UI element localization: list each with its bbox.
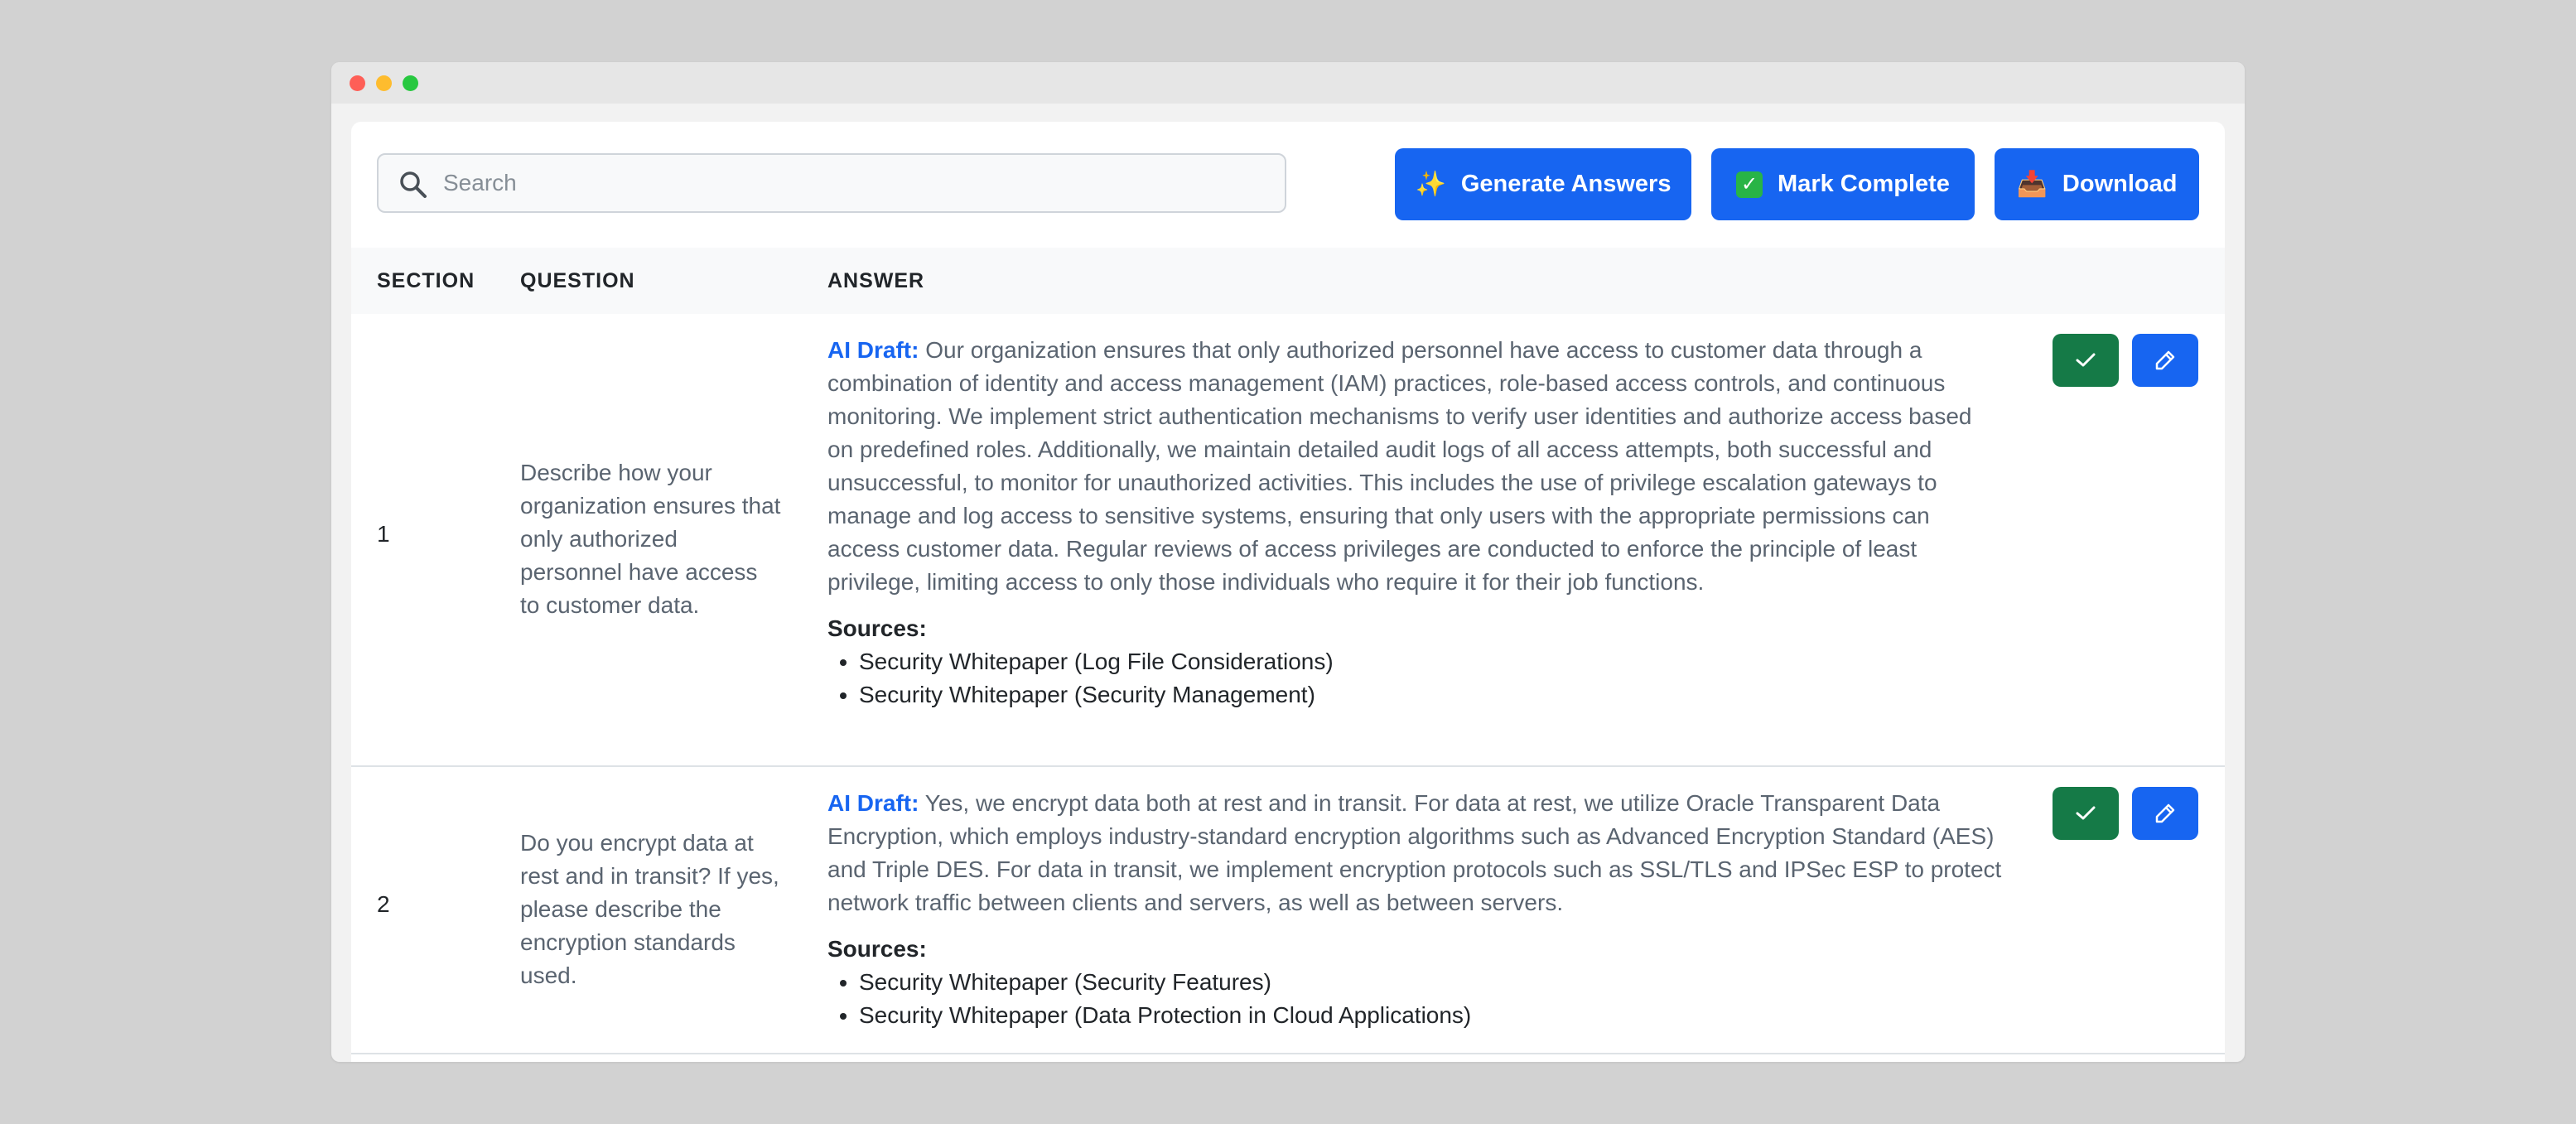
mark-complete-label: Mark Complete bbox=[1778, 171, 1950, 197]
answer-cell: AI Draft: Yes, we encrypt data both at r… bbox=[827, 787, 2004, 1032]
inbox-tray-icon: 📥 bbox=[2016, 171, 2048, 198]
download-label: Download bbox=[2062, 171, 2178, 197]
download-button[interactable]: 📥 Download bbox=[1995, 148, 2199, 220]
answer-body: AI Draft: Yes, we encrypt data both at r… bbox=[827, 787, 2004, 919]
main-content: ✨ Generate Answers ✓ Mark Complete 📥 Dow… bbox=[351, 122, 2225, 1062]
ai-draft-label: AI Draft: bbox=[827, 337, 919, 363]
check-icon bbox=[2076, 806, 2096, 820]
question-text: Do you encrypt data at rest and in trans… bbox=[520, 830, 779, 988]
search-icon bbox=[400, 171, 427, 198]
source-item: Security Whitepaper (Log File Considerat… bbox=[859, 645, 2004, 678]
search-input[interactable] bbox=[443, 155, 1271, 211]
answer-cell: AI Draft: Our organization ensures that … bbox=[827, 334, 2004, 712]
header-answer: ANSWER bbox=[827, 269, 925, 292]
pencil-icon bbox=[2155, 350, 2175, 370]
approve-button[interactable] bbox=[2053, 334, 2119, 387]
source-item: Security Whitepaper (Data Protection in … bbox=[859, 999, 2004, 1032]
question-text: Describe how your organization ensures t… bbox=[520, 460, 781, 618]
source-item: Security Whitepaper (Security Features) bbox=[859, 966, 2004, 999]
table-row: 2 Do you encrypt data at rest and in tra… bbox=[351, 767, 2225, 1054]
sources-list: Security Whitepaper (Log File Considerat… bbox=[827, 645, 2004, 712]
generate-answers-button[interactable]: ✨ Generate Answers bbox=[1395, 148, 1691, 220]
answer-body: AI Draft: Our organization ensures that … bbox=[827, 334, 2004, 599]
generate-answers-label: Generate Answers bbox=[1460, 171, 1672, 197]
approve-button[interactable] bbox=[2053, 787, 2119, 840]
source-item: Security Whitepaper (Security Management… bbox=[859, 678, 2004, 712]
edit-button[interactable] bbox=[2132, 787, 2198, 840]
sources-title: Sources: bbox=[827, 615, 927, 641]
mark-complete-button[interactable]: ✓ Mark Complete bbox=[1711, 148, 1975, 220]
search-box[interactable] bbox=[377, 153, 1286, 213]
answer-text: Yes, we encrypt data both at rest and in… bbox=[827, 790, 2002, 915]
edit-button[interactable] bbox=[2132, 334, 2198, 387]
sources-list: Security Whitepaper (Security Features) … bbox=[827, 966, 2004, 1032]
ai-draft-label: AI Draft: bbox=[827, 790, 919, 816]
header-question: QUESTION bbox=[520, 269, 635, 292]
pencil-icon bbox=[2155, 803, 2175, 823]
app-window: ✨ Generate Answers ✓ Mark Complete 📥 Dow… bbox=[331, 62, 2245, 1062]
table-header: SECTION QUESTION ANSWER bbox=[351, 248, 2225, 314]
table-row: 1 Describe how your organization ensures… bbox=[351, 314, 2225, 767]
section-number: 2 bbox=[377, 891, 390, 917]
section-number: 1 bbox=[377, 521, 390, 547]
minimize-window-button[interactable] bbox=[376, 75, 392, 91]
maximize-window-button[interactable] bbox=[403, 75, 418, 91]
sparkles-icon: ✨ bbox=[1415, 171, 1446, 198]
window-titlebar bbox=[331, 62, 2245, 104]
check-icon bbox=[2076, 353, 2096, 367]
answer-text: Our organization ensures that only autho… bbox=[827, 337, 1972, 595]
header-section: SECTION bbox=[377, 269, 475, 292]
close-window-button[interactable] bbox=[350, 75, 365, 91]
sources-title: Sources: bbox=[827, 936, 927, 962]
check-mark-icon: ✓ bbox=[1736, 171, 1763, 198]
toolbar: ✨ Generate Answers ✓ Mark Complete 📥 Dow… bbox=[351, 122, 2225, 248]
